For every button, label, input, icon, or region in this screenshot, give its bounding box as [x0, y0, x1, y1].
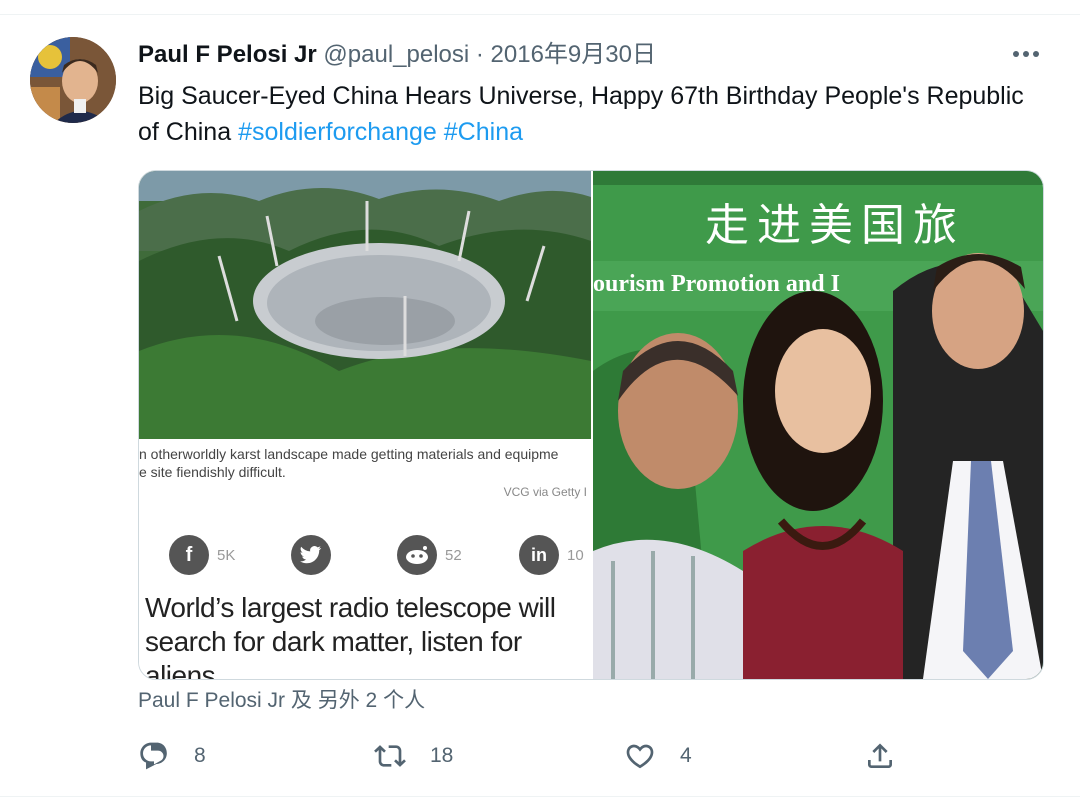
share-count: 5K: [217, 546, 236, 564]
reddit-icon: [397, 535, 437, 575]
tweet-media[interactable]: n otherworldly karst landscape made gett…: [138, 170, 1044, 680]
banner-chinese-text: 走进美国旅: [705, 200, 965, 251]
author-handle[interactable]: @paul_pelosi: [323, 41, 469, 68]
share-count: 52: [445, 546, 462, 564]
action-bar: 8 18 4: [138, 736, 1042, 776]
share-icon: [868, 743, 892, 768]
tweet-date[interactable]: 2016年9月30日: [491, 41, 656, 68]
caption-line-2: e site fiendishly difficult.: [139, 464, 286, 480]
telescope-photo: [139, 171, 591, 439]
like-button[interactable]: 4: [624, 736, 692, 776]
meta-separator: ·: [475, 41, 484, 68]
reply-button[interactable]: 8: [138, 736, 206, 776]
twitter-icon: [291, 535, 331, 575]
article-screenshot-image[interactable]: n otherworldly karst landscape made gett…: [139, 171, 591, 679]
retweet-count: 18: [430, 744, 454, 767]
reply-count: 8: [194, 744, 206, 767]
caption-line-1: n otherworldly karst landscape made gett…: [139, 446, 559, 462]
group-photo-image[interactable]: 走进美国旅 ourism Promotion and I: [593, 171, 1043, 679]
photo-caption: n otherworldly karst landscape made gett…: [139, 445, 591, 481]
article-headline: World’s largest radio telescope will sea…: [145, 592, 556, 680]
facebook-icon: f: [169, 535, 209, 575]
share-button[interactable]: [864, 736, 896, 776]
liked-by-text[interactable]: Paul F Pelosi Jr 及 另外 2 个人: [138, 686, 425, 716]
retweet-icon: [374, 745, 406, 767]
hashtag-china[interactable]: #China: [444, 118, 523, 146]
share-linkedin: in 10: [519, 535, 584, 575]
photo-credit: VCG via Getty I: [503, 485, 587, 499]
share-twitter: [291, 535, 331, 575]
share-count: 10: [567, 546, 584, 564]
avatar[interactable]: [30, 37, 116, 123]
author-name[interactable]: Paul F Pelosi Jr: [138, 41, 317, 68]
more-options-icon[interactable]: [1008, 40, 1044, 68]
banner-english-text: ourism Promotion and I: [593, 271, 840, 297]
reply-icon: [140, 742, 167, 770]
share-reddit: 52: [397, 535, 462, 575]
top-divider: [0, 14, 1080, 15]
linkedin-icon: in: [519, 535, 559, 575]
hashtag-soldierforchange[interactable]: #soldierforchange: [238, 118, 437, 146]
retweet-button[interactable]: 18: [374, 736, 453, 776]
bottom-divider: [0, 796, 1080, 797]
share-facebook: f 5K: [169, 535, 235, 575]
like-count: 4: [680, 744, 692, 767]
heart-icon: [626, 744, 654, 769]
tweet-header: Paul F Pelosi Jr @paul_pelosi · 2016年9月3…: [138, 38, 656, 72]
tweet-text: Big Saucer-Eyed China Hears Universe, Ha…: [138, 78, 1038, 150]
